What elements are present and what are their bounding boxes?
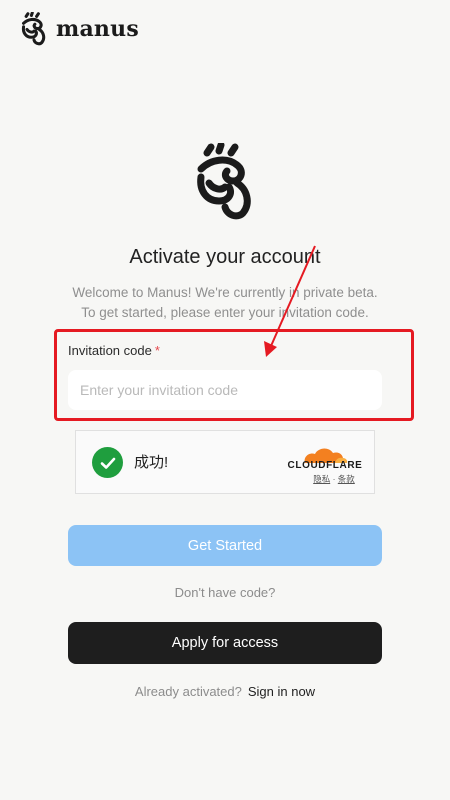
captcha-link-separator: · — [332, 474, 336, 484]
brand-name: manus — [56, 16, 139, 42]
manus-hand-logo-icon — [197, 143, 251, 220]
checkmark-icon — [92, 447, 123, 478]
cloudflare-captcha-widget[interactable]: 成功! CLOUDFLARE 隐私 · 条款 — [75, 430, 375, 494]
sign-in-row: Already activated? Sign in now — [0, 683, 450, 701]
subtitle-line-1: Welcome to Manus! We're currently in pri… — [72, 285, 378, 300]
page-title: Activate your account — [129, 246, 321, 268]
captcha-links: 隐私 · 条款 — [304, 474, 364, 484]
apply-for-access-button[interactable]: Apply for access — [68, 622, 382, 664]
annotation-highlight-box — [54, 329, 414, 421]
manus-hand-logo-icon — [21, 12, 46, 46]
brand-header[interactable]: manus — [20, 12, 139, 46]
captcha-terms-link[interactable]: 条款 — [338, 474, 355, 484]
sign-in-link[interactable]: Sign in now — [248, 684, 315, 699]
page-subtitle: Welcome to Manus! We're currently in pri… — [24, 283, 426, 323]
captcha-privacy-link[interactable]: 隐私 — [313, 474, 330, 484]
activation-page: manus Activate your account Welcome to M… — [0, 0, 450, 800]
already-activated-text: Already activated? — [134, 684, 242, 699]
subtitle-line-2: To get started, please enter your invita… — [81, 305, 369, 320]
captcha-status-text: 成功! — [134, 454, 169, 471]
get-started-button[interactable]: Get Started — [68, 525, 382, 566]
no-code-text[interactable]: Don't have code? — [0, 584, 450, 602]
cloudflare-wordmark: CLOUDFLARE — [287, 460, 363, 471]
